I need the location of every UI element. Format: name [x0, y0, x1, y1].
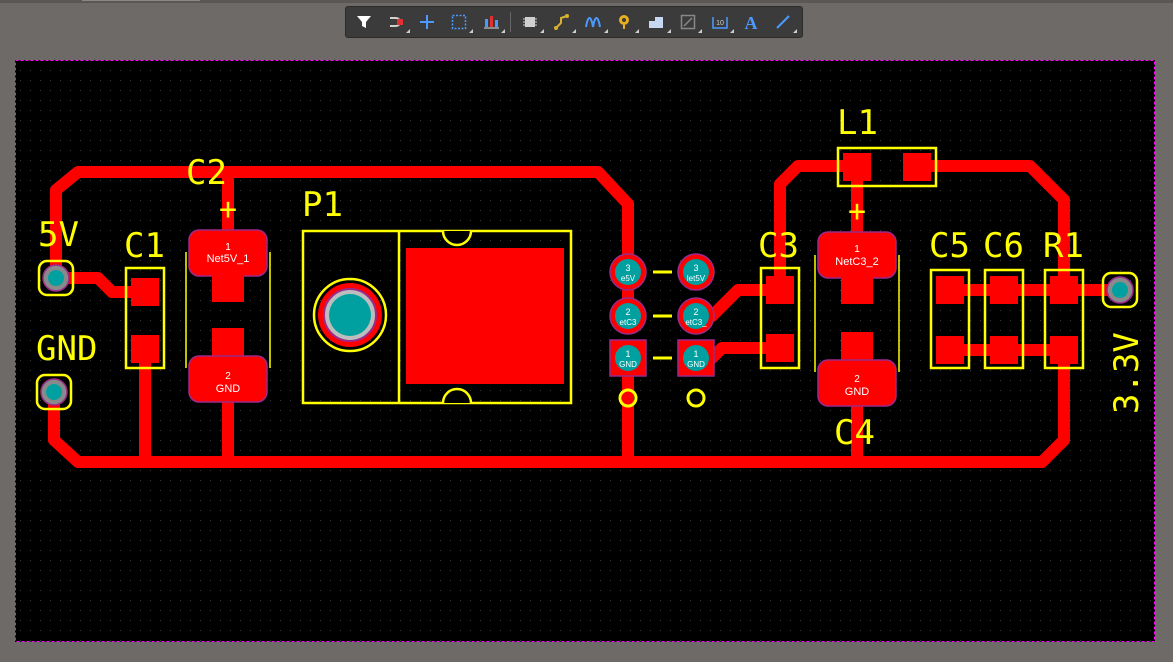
c2-pad2-net: GND: [216, 383, 241, 395]
dropdown-corner: [603, 29, 608, 33]
route-track-icon: [553, 14, 569, 30]
u-pad-l2-net: etC3: [620, 318, 637, 327]
u-pad-r2-net: etC3_: [685, 318, 707, 327]
u-pad-l3-net: e5V: [621, 274, 636, 283]
dropdown-corner: [666, 29, 671, 33]
designator-c6: C6: [983, 226, 1024, 266]
route-select-icon: [389, 17, 403, 27]
region-button[interactable]: [676, 9, 703, 35]
component-icon: [523, 17, 538, 27]
line-icon: [776, 15, 790, 29]
c2-pad1-number: 1: [225, 242, 231, 253]
filter-icon: [357, 16, 372, 28]
align-button[interactable]: [478, 9, 505, 35]
text-icon: A: [745, 13, 758, 31]
dropdown-corner: [635, 29, 640, 33]
align-icon: [483, 16, 499, 29]
diff-pair-icon: [585, 17, 602, 28]
designator-c1: C1: [124, 226, 165, 266]
polarity-c2: +: [219, 192, 237, 227]
filter-button[interactable]: [352, 9, 377, 35]
route-track-button[interactable]: [549, 9, 577, 35]
dropdown-corner: [469, 29, 474, 33]
polygon-button[interactable]: [644, 9, 671, 35]
c4-pad2-net: GND: [845, 386, 870, 398]
designator-l1: L1: [837, 103, 878, 143]
u-pad-r1-net: GND: [687, 360, 705, 369]
label-gnd: GND: [36, 329, 97, 369]
dropdown-corner: [793, 29, 798, 33]
dimension-button[interactable]: 10: [707, 9, 734, 35]
dimension-icon: 10: [711, 17, 728, 29]
u-pad-r3-net: let5V: [687, 274, 706, 283]
diff-pair-button[interactable]: [581, 9, 608, 35]
crosshair-button[interactable]: [415, 9, 440, 35]
polarity-c4: +: [848, 194, 866, 229]
c4-pad2-number: 2: [854, 374, 860, 385]
dropdown-corner: [500, 29, 505, 33]
u-pad-l1-net: GND: [619, 360, 637, 369]
crosshair-icon: [420, 15, 435, 29]
region-icon: [680, 14, 696, 30]
c4-pad1-number: 1: [854, 244, 860, 255]
select-rect-icon: [451, 14, 467, 30]
u-pad-r1-number: 1: [693, 349, 698, 359]
via-button[interactable]: [613, 9, 640, 35]
u-pad-r3-number: 3: [693, 263, 698, 273]
active-bar-toolbar: 10 A: [345, 6, 803, 38]
component-button[interactable]: [518, 9, 545, 35]
c2-pad2-number: 2: [225, 371, 231, 382]
u-pad-l2-number: 2: [625, 307, 630, 317]
svg-text:A: A: [745, 13, 758, 31]
dropdown-corner: [729, 29, 734, 33]
svg-text:10: 10: [716, 20, 724, 27]
dropdown-corner: [540, 29, 545, 33]
dropdown-corner: [406, 29, 411, 33]
via-icon: [618, 15, 629, 29]
label-5v: 5V: [38, 215, 79, 255]
designator-r1: R1: [1043, 226, 1084, 266]
designator-c5: C5: [929, 226, 970, 266]
designator-c2: C2: [186, 153, 227, 193]
dropdown-corner: [698, 29, 703, 33]
designator-p1: P1: [302, 185, 343, 225]
c4-pad1-net: NetC3_2: [835, 256, 878, 268]
label-3v3: 3.3V: [1107, 332, 1147, 414]
u-pad-r2-number: 2: [693, 307, 698, 317]
pcb-canvas[interactable]: 1 Net5V_1 2 GND 1 NetC3_2 2 GND 3 e5V 3 …: [0, 0, 1173, 662]
u-pad-l1-number: 1: [625, 349, 630, 359]
select-rect-button[interactable]: [447, 9, 474, 35]
u-pad-l3-number: 3: [625, 263, 630, 273]
route-select-button[interactable]: [384, 9, 411, 35]
dropdown-corner: [572, 29, 577, 33]
c2-pad1-net: Net5V_1: [207, 253, 250, 265]
line-button[interactable]: [771, 9, 798, 35]
toolbar-separator: [509, 12, 511, 32]
designator-c4: C4: [834, 413, 875, 453]
designator-c3: C3: [758, 226, 799, 266]
polygon-icon: [649, 17, 664, 28]
text-button[interactable]: A: [739, 9, 764, 35]
